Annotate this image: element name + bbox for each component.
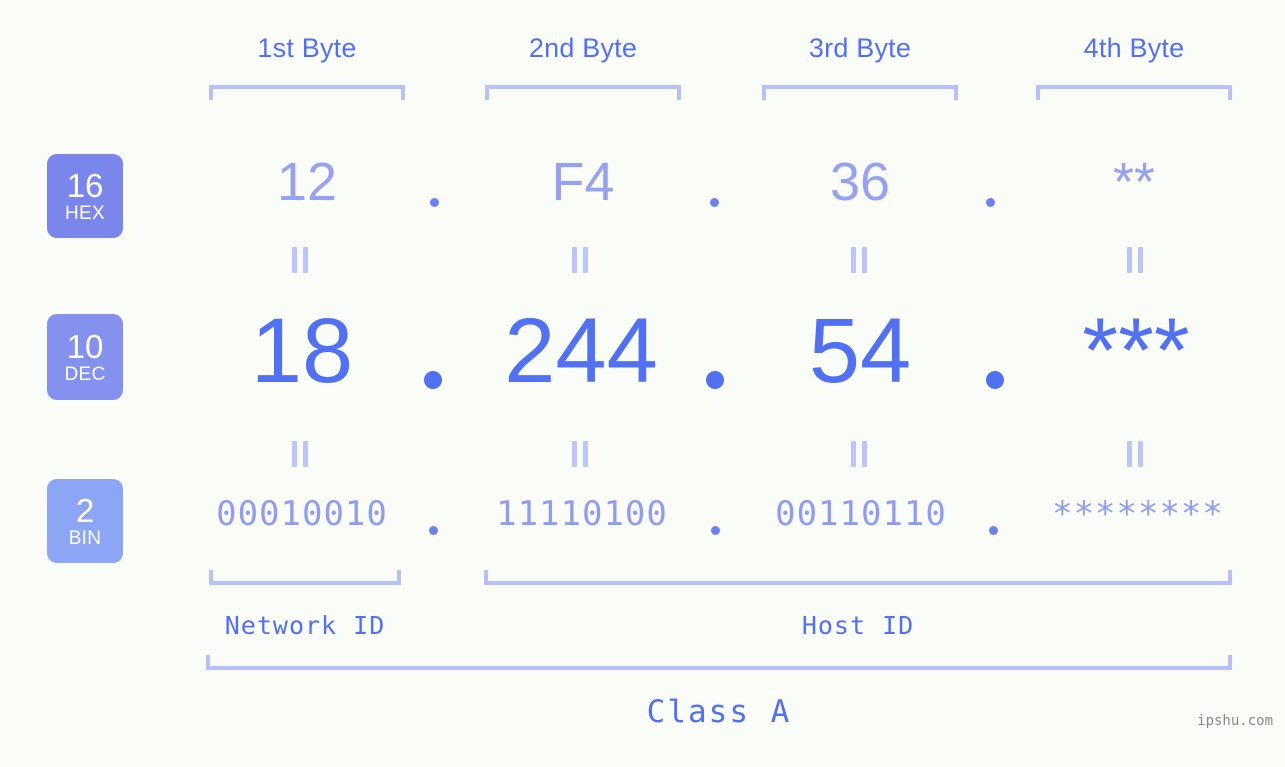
base-badge-bin-name: BIN (68, 528, 102, 549)
equals-connector-dec-bin-1 (292, 441, 308, 467)
byte-header-4: 4th Byte (1083, 33, 1185, 63)
byte-bracket-top-2 (485, 85, 681, 100)
host-id-label: Host ID (801, 611, 915, 640)
bin-separator-2 (711, 526, 720, 535)
bin-octet-1: 00010010 (216, 494, 388, 534)
base-badge-bin: 2 BIN (47, 479, 123, 563)
bin-octet-4: ******** (1052, 494, 1224, 534)
dec-separator-2 (706, 371, 724, 389)
base-badge-dec: 10 DEC (47, 314, 123, 400)
class-bracket (206, 655, 1232, 670)
network-id-bracket (209, 570, 401, 585)
equals-connector-hex-dec-2 (572, 247, 588, 273)
base-badge-bin-number: 2 (75, 492, 95, 529)
hex-separator-2 (710, 198, 719, 207)
base-badge-dec-name: DEC (64, 364, 106, 385)
dec-separator-3 (986, 371, 1004, 389)
ip-byte-breakdown-diagram: 1st Byte 2nd Byte 3rd Byte 4th Byte 16 H… (0, 0, 1285, 767)
bin-octet-3: 00110110 (775, 494, 947, 534)
equals-connector-hex-dec-4 (1127, 247, 1143, 273)
bin-separator-3 (989, 526, 998, 535)
equals-connector-dec-bin-4 (1127, 441, 1143, 467)
byte-header-1: 1st Byte (257, 33, 357, 63)
base-badge-hex: 16 HEX (47, 154, 123, 238)
host-id-bracket (484, 570, 1232, 585)
base-badge-hex-name: HEX (65, 203, 105, 224)
byte-bracket-top-3 (762, 85, 958, 100)
base-badge-hex-number: 16 (66, 167, 104, 204)
dec-octet-3: 54 (808, 300, 912, 402)
class-label: Class A (646, 694, 792, 730)
equals-connector-hex-dec-1 (292, 247, 308, 273)
site-watermark: ipshu.com (1197, 713, 1273, 729)
hex-separator-3 (986, 198, 995, 207)
dec-octet-2: 244 (504, 300, 658, 402)
hex-octet-4: ** (1112, 152, 1156, 212)
network-id-label: Network ID (224, 611, 386, 640)
dec-octet-1: 18 (250, 300, 354, 402)
dec-separator-1 (424, 371, 442, 389)
byte-header-2: 2nd Byte (528, 33, 638, 63)
bin-octet-2: 11110100 (496, 494, 668, 534)
byte-bracket-top-4 (1036, 85, 1232, 100)
base-badge-dec-number: 10 (66, 328, 104, 365)
equals-connector-dec-bin-3 (851, 441, 867, 467)
dec-octet-4: *** (1082, 300, 1190, 402)
byte-header-3: 3rd Byte (808, 33, 912, 63)
hex-octet-1: 12 (276, 152, 338, 212)
hex-octet-3: 36 (829, 152, 891, 212)
bin-separator-1 (429, 526, 438, 535)
hex-octet-2: F4 (551, 152, 615, 212)
equals-connector-dec-bin-2 (572, 441, 588, 467)
equals-connector-hex-dec-3 (851, 247, 867, 273)
byte-bracket-top-1 (209, 85, 405, 100)
hex-separator-1 (430, 198, 439, 207)
